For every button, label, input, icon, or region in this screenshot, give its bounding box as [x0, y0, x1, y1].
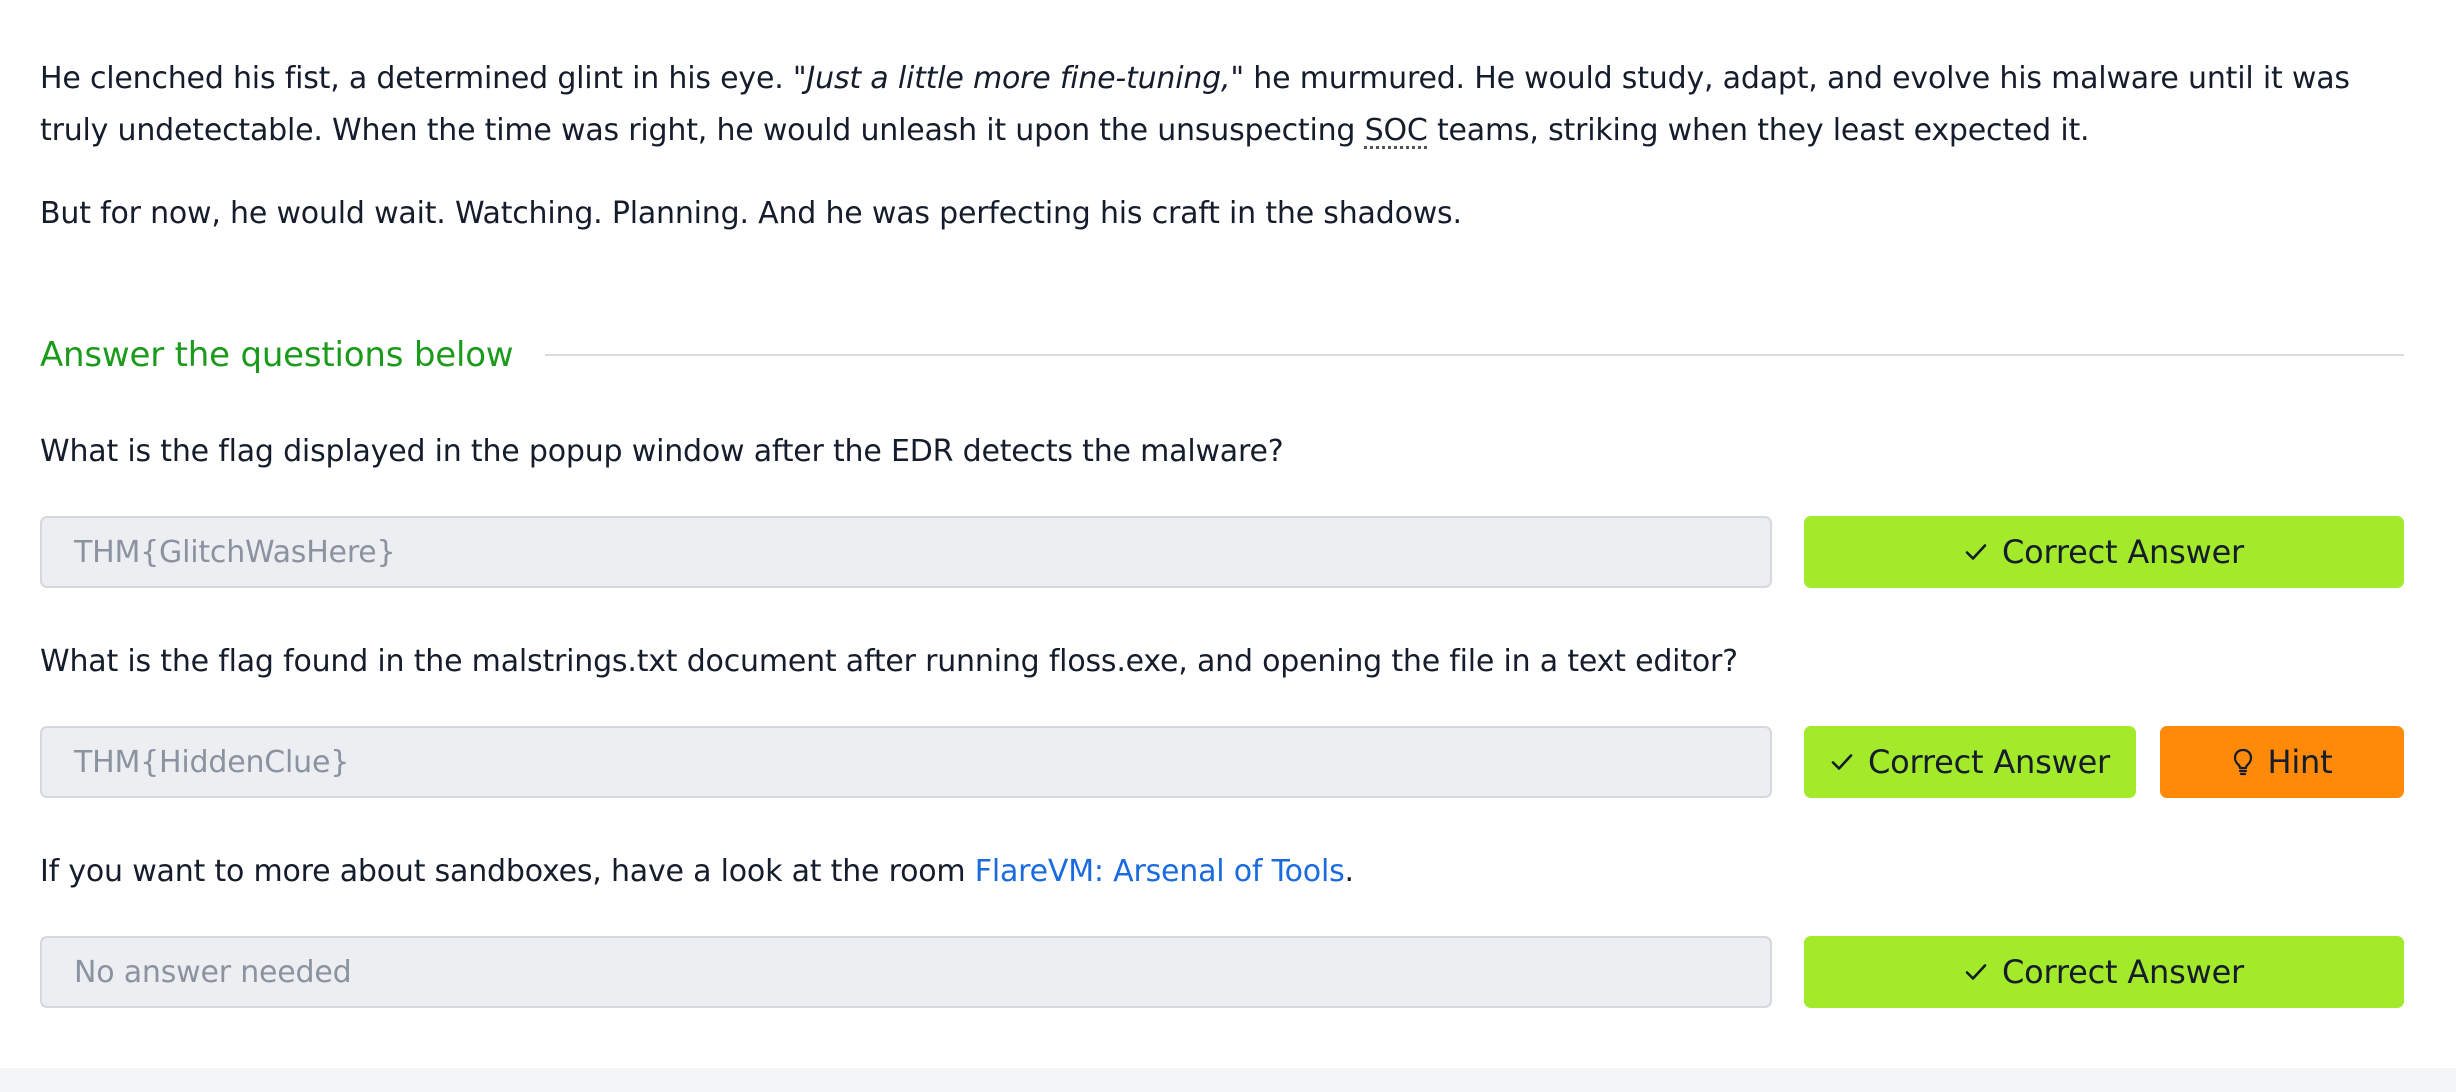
question-1-correct-answer-button[interactable]: Correct Answer — [1804, 516, 2404, 588]
story-paragraph-2: But for now, he would wait. Watching. Pl… — [40, 196, 1462, 231]
check-icon — [1964, 540, 1988, 564]
check-icon — [1964, 960, 1988, 984]
button-label: Correct Answer — [2001, 533, 2245, 571]
button-label: Hint — [2267, 743, 2333, 781]
page-footer-strip — [0, 1068, 2456, 1092]
flarevm-room-link[interactable]: FlareVM: Arsenal of Tools — [975, 854, 1345, 889]
question-1-answer-field[interactable]: THM{GlitchWasHere} — [40, 516, 1772, 588]
section-divider — [545, 354, 2404, 356]
question-3-text-start: If you want to more about sandboxes, hav… — [40, 854, 975, 889]
question-3-text-end: . — [1344, 854, 1355, 889]
question-3-text: If you want to more about sandboxes, hav… — [40, 852, 1354, 892]
check-icon — [1830, 750, 1854, 774]
questions-section-header: Answer the questions below — [40, 330, 2404, 380]
question-3-correct-answer-button[interactable]: Correct Answer — [1804, 936, 2404, 1008]
story-quote: "Just a little more fine-tuning," — [792, 61, 1244, 96]
answer-value: THM{GlitchWasHere} — [74, 534, 396, 570]
button-label: Correct Answer — [1867, 743, 2111, 781]
question-2-answer-field[interactable]: THM{HiddenClue} — [40, 726, 1772, 798]
story-text: He clenched his fist, a determined glint… — [40, 61, 793, 96]
question-2-correct-answer-button[interactable]: Correct Answer — [1804, 726, 2136, 798]
story-paragraph-1: He clenched his fist, a determined glint… — [40, 53, 2404, 157]
answer-value: THM{HiddenClue} — [74, 744, 350, 780]
question-2-text: What is the flag found in the malstrings… — [40, 644, 1738, 679]
question-1-text: What is the flag displayed in the popup … — [40, 434, 1284, 469]
story-text: teams, striking when they least expected… — [1427, 113, 2090, 148]
question-2-hint-button[interactable]: Hint — [2160, 726, 2404, 798]
question-3-answer-field[interactable]: No answer needed — [40, 936, 1772, 1008]
lightbulb-icon — [2232, 748, 2254, 776]
soc-abbreviation: SOC — [1364, 113, 1428, 148]
answer-value: No answer needed — [74, 954, 352, 990]
section-title: Answer the questions below — [40, 335, 514, 375]
button-label: Correct Answer — [2001, 953, 2245, 991]
